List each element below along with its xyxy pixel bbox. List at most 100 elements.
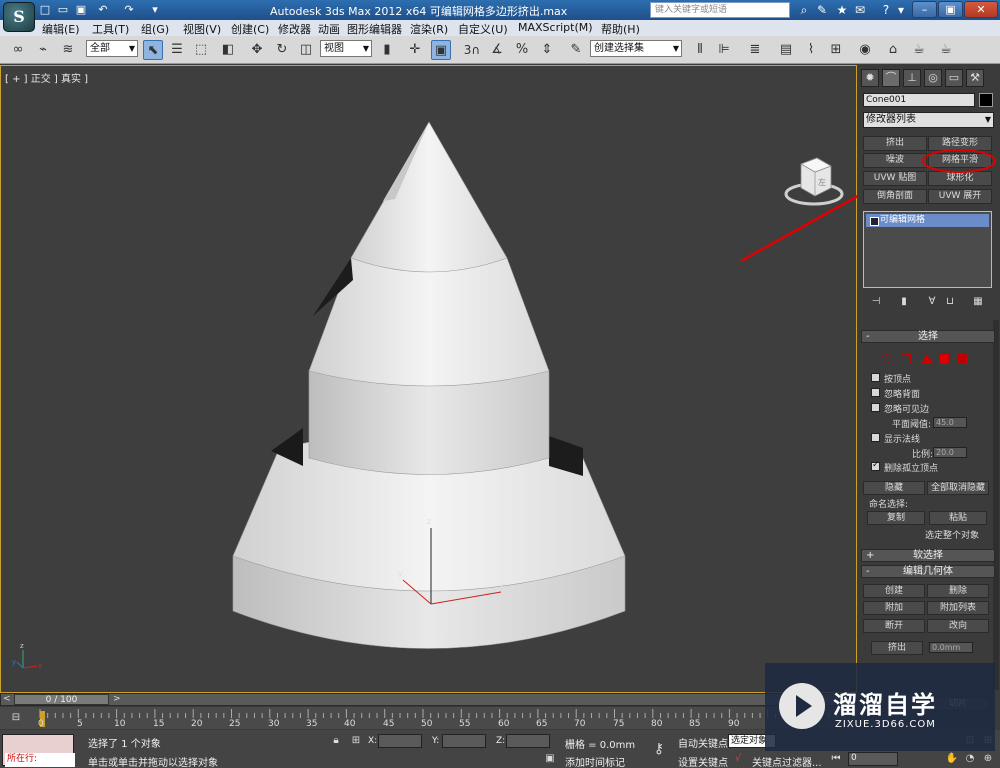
attach-list-button[interactable]: 附加列表 <box>927 601 989 615</box>
menu-edit[interactable]: 编辑(E) <box>42 21 80 37</box>
named-selection-dropdown[interactable]: 创建选择集 <box>590 40 682 57</box>
create-button[interactable]: 创建 <box>863 584 925 598</box>
menu-graph-editors[interactable]: 图形编辑器 <box>347 21 402 37</box>
bevel-profile-modifier-button[interactable]: 倒角剖面 <box>863 189 927 204</box>
time-next-icon[interactable]: > <box>113 694 121 704</box>
show-end-result-icon[interactable]: ▮ <box>897 295 911 309</box>
polygon-selection-icon[interactable] <box>939 354 949 364</box>
lock-selection-icon[interactable]: 🔒︎ <box>328 734 344 748</box>
detach-button[interactable]: 断开 <box>863 619 925 633</box>
align-icon[interactable]: ⊫ <box>714 40 734 60</box>
face-selection-icon[interactable] <box>921 354 933 364</box>
manipulate-icon[interactable]: ✛ <box>405 40 425 60</box>
graphite-tools-icon[interactable]: ▤ <box>776 40 796 60</box>
window-crossing-icon[interactable]: ◧ <box>218 40 238 60</box>
delete-button[interactable]: 删除 <box>927 584 989 598</box>
element-selection-icon[interactable] <box>957 354 967 364</box>
absolute-mode-icon[interactable]: ⊞ <box>348 734 364 748</box>
keyboard-shortcut-override-icon[interactable]: ▣ <box>431 40 451 60</box>
time-tag-icon[interactable]: ▣ <box>542 752 558 766</box>
object-name-field[interactable]: Cone001 <box>863 93 975 107</box>
remove-modifier-icon[interactable]: ⊔ <box>943 295 957 309</box>
time-slider-thumb[interactable]: 0 / 100 <box>14 694 109 705</box>
ignore-backfacing-checkbox[interactable] <box>871 388 880 397</box>
auto-key-button[interactable]: 自动关键点 <box>678 735 728 750</box>
undo-icon[interactable]: ↶ <box>96 3 110 16</box>
modifier-list-dropdown[interactable]: 修改器列表 <box>863 112 994 128</box>
angle-snap-icon[interactable]: ∡ <box>487 40 507 60</box>
current-frame-input[interactable]: 0 <box>848 752 898 766</box>
plane-threshold-input[interactable]: 45.0 <box>933 417 967 428</box>
menu-help[interactable]: 帮助(H) <box>601 21 640 37</box>
render-setup-icon[interactable]: ⌂ <box>883 40 903 60</box>
motion-tab-icon[interactable]: ◎ <box>924 69 942 87</box>
layer-manager-icon[interactable]: ≣ <box>745 40 765 60</box>
configure-sets-icon[interactable]: ▦ <box>971 295 985 309</box>
viewcube[interactable]: 左 <box>783 154 845 209</box>
set-key-icon[interactable]: ⚷ <box>648 742 670 756</box>
key-filters-button[interactable]: 关键点过滤器... <box>752 754 822 768</box>
info-icon[interactable]: ✉ <box>852 2 868 18</box>
show-normals-checkbox[interactable] <box>871 433 880 442</box>
selection-rollout-header[interactable]: - 选择 <box>861 330 995 343</box>
edge-selection-icon[interactable] <box>901 354 911 364</box>
unwrap-uvw-modifier-button[interactable]: UVW 展开 <box>928 189 992 204</box>
perspective-viewport[interactable]: [ + ] 正交 ] 真实 ] z x y z x y 左 <box>0 65 858 693</box>
unlink-icon[interactable]: ⌁ <box>33 40 53 60</box>
menu-animation[interactable]: 动画 <box>318 21 340 37</box>
menu-maxscript[interactable]: MAXScript(M) <box>518 21 593 34</box>
set-key-button[interactable]: 设置关键点 <box>678 754 728 768</box>
menu-views[interactable]: 视图(V) <box>183 21 221 37</box>
delete-isolated-vertices-checkbox[interactable] <box>871 460 880 471</box>
mirror-icon[interactable]: ⫴ <box>690 40 710 60</box>
vertex-selection-icon[interactable] <box>881 354 891 364</box>
menu-create[interactable]: 创建(C) <box>231 21 269 37</box>
new-icon[interactable]: □ <box>38 3 52 16</box>
modify-tab-icon[interactable]: ⌒ <box>882 69 900 87</box>
material-editor-icon[interactable]: ◉ <box>855 40 875 60</box>
track-bar[interactable]: ⊟ 0 5 10 15 20 25 30 35 40 45 50 55 60 6… <box>0 707 857 729</box>
object-color-swatch[interactable] <box>979 93 993 107</box>
by-vertex-checkbox[interactable] <box>871 373 880 382</box>
curve-editor-icon[interactable]: ⌇ <box>801 40 821 60</box>
quick-access-dropdown-icon[interactable]: ▾ <box>148 3 162 16</box>
edit-named-selection-icon[interactable]: ✎ <box>566 40 586 60</box>
redo-icon[interactable]: ↷ <box>122 3 136 16</box>
app-logo-icon[interactable]: S <box>3 2 35 32</box>
select-object-icon[interactable]: ⬉ <box>143 40 163 60</box>
menu-group[interactable]: 组(G) <box>141 21 169 37</box>
x-coord-input[interactable] <box>378 734 422 748</box>
attach-button[interactable]: 附加 <box>863 601 925 615</box>
move-icon[interactable]: ✥ <box>247 40 267 60</box>
goto-start-icon[interactable]: ⏮ <box>828 752 844 766</box>
open-icon[interactable]: ▭ <box>56 3 70 16</box>
turn-button[interactable]: 改向 <box>927 619 989 633</box>
binoculars-icon[interactable]: ⌕ <box>796 2 812 18</box>
extrude-amount-input[interactable]: 0.0mm <box>929 642 973 653</box>
rotate-icon[interactable]: ↻ <box>272 40 292 60</box>
extrude-modifier-button[interactable]: 挤出 <box>863 136 927 151</box>
menu-rendering[interactable]: 渲染(R) <box>410 21 448 37</box>
create-tab-icon[interactable]: ✹ <box>861 69 879 87</box>
help-dropdown-icon[interactable]: ▾ <box>893 2 909 18</box>
percent-snap-icon[interactable]: % <box>512 40 532 60</box>
noise-modifier-button[interactable]: 噪波 <box>863 153 927 168</box>
minimize-button[interactable]: – <box>912 1 937 18</box>
save-icon[interactable]: ▣ <box>74 3 88 16</box>
panel-scrollbar[interactable] <box>993 320 999 690</box>
display-tab-icon[interactable]: ▭ <box>945 69 963 87</box>
hierarchy-tab-icon[interactable]: ⊥ <box>903 69 921 87</box>
pin-stack-icon[interactable]: ⊣ <box>869 295 883 309</box>
cone-object[interactable] <box>232 121 626 649</box>
select-by-name-icon[interactable]: ☰ <box>167 40 187 60</box>
rendered-frame-window-icon[interactable]: ☕ <box>909 40 929 60</box>
time-prev-icon[interactable]: < <box>3 694 11 704</box>
orbit-icon[interactable]: ◔ <box>962 752 978 766</box>
make-unique-icon[interactable]: ∀ <box>925 295 939 309</box>
spinner-snap-icon[interactable]: ⇕ <box>537 40 557 60</box>
edit-geometry-rollout-header[interactable]: - 编辑几何体 <box>861 565 995 578</box>
scale-icon[interactable]: ◫ <box>296 40 316 60</box>
stack-item-editable-mesh[interactable]: 可编辑网格 <box>866 214 989 227</box>
rectangular-selection-icon[interactable]: ⬚ <box>191 40 211 60</box>
copy-button[interactable]: 复制 <box>867 511 925 525</box>
